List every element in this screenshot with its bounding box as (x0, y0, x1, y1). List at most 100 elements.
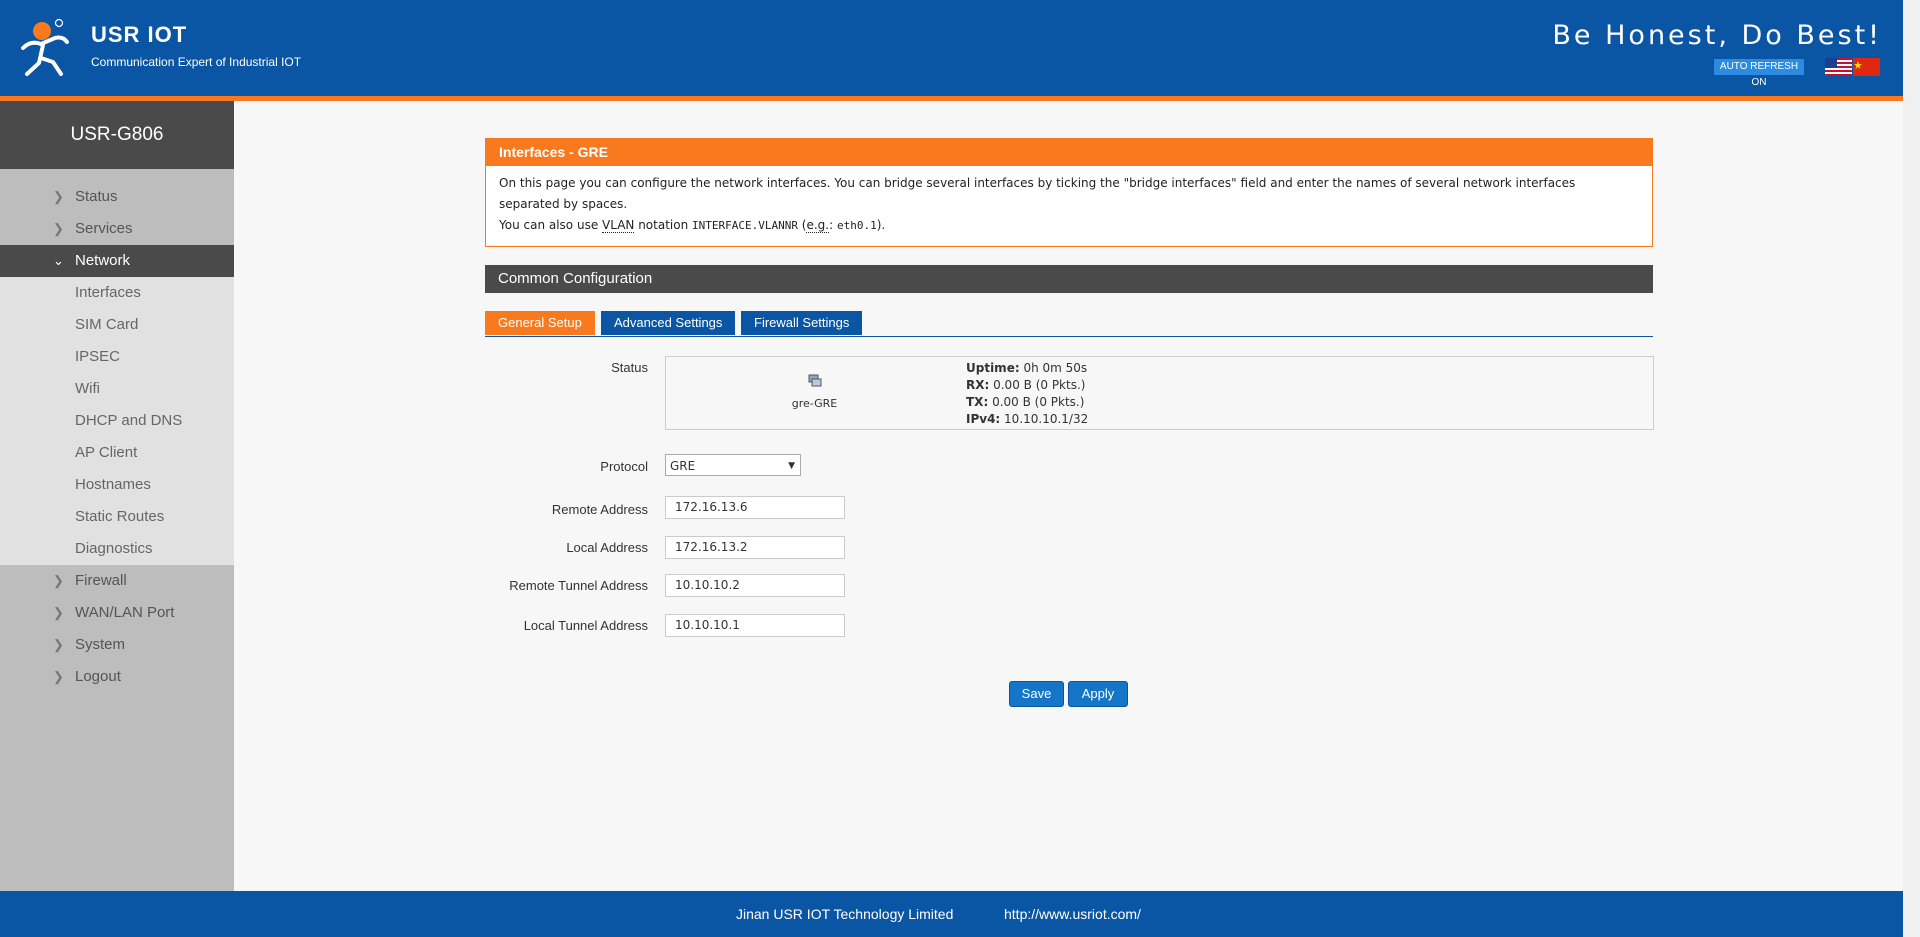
chevron-down-icon: ⌄ (53, 253, 64, 268)
info-panel: Interfaces - GRE On this page you can co… (485, 138, 1653, 247)
footer-website-link[interactable]: http://www.usriot.com/ (1004, 891, 1141, 937)
tab-general-setup[interactable]: General Setup (485, 311, 595, 335)
info-text: : (829, 218, 837, 232)
code-interface-vlannr: INTERFACE.VLANNR (692, 219, 798, 232)
chevron-right-icon: ❯ (53, 189, 64, 204)
uptime-key: Uptime: (966, 361, 1020, 375)
sidebar-item-label: Status (75, 188, 118, 205)
tab-firewall-settings[interactable]: Firewall Settings (741, 311, 863, 335)
local-address-label: Local Address (566, 540, 648, 555)
status-row: Status gre-GRE Uptime: 0h 0m 50s RX: 0.0… (485, 356, 1654, 446)
local-tunnel-label: Local Tunnel Address (523, 618, 648, 633)
apply-button[interactable]: Apply (1068, 681, 1128, 707)
slogan: Be Honest, Do Best! (1552, 20, 1882, 51)
sidebar-subitem-hostnames[interactable]: Hostnames (0, 469, 234, 501)
ipv4-value: 10.10.10.1/32 (1000, 412, 1089, 426)
sidebar-subitem-ipsec[interactable]: IPSEC (0, 341, 234, 373)
brand-title: USR IOT (91, 22, 188, 47)
vlan-abbr: VLAN (602, 218, 635, 233)
code-eth0-1: eth0.1 (836, 219, 877, 232)
sidebar-menu: ❯ Status ❯ Services ⌄ Network (0, 169, 234, 277)
sidebar-item-system[interactable]: ❯ System (0, 629, 234, 661)
remote-address-label: Remote Address (551, 502, 648, 517)
sidebar-item-label: Network (75, 252, 131, 269)
page-title: Interfaces - GRE (486, 139, 1652, 166)
network-interface-icon (808, 374, 822, 387)
status-label: Status (611, 360, 648, 375)
info-text: ). (876, 218, 886, 232)
sidebar-item-label: Firewall (75, 572, 127, 589)
uptime-value: 0h 0m 50s (1019, 361, 1088, 375)
usr-logo-icon (21, 18, 69, 76)
tx-line: TX: 0.00 B (0 Pkts.) (966, 394, 1088, 411)
english-flag-icon[interactable] (1825, 58, 1852, 76)
sidebar-subitem-interfaces[interactable]: Interfaces (0, 277, 234, 309)
sidebar-item-label: WAN/LAN Port (75, 604, 175, 621)
rx-key: RX: (966, 378, 990, 392)
chevron-right-icon: ❯ (53, 573, 64, 588)
info-text: You can also use (499, 218, 603, 232)
save-button[interactable]: Save (1009, 681, 1064, 707)
sidebar-subitem-wifi[interactable]: Wifi (0, 373, 234, 405)
remote-address-row: Remote Address 172.16.13.6 (485, 496, 1653, 536)
remote-tunnel-input[interactable]: 10.10.10.2 (665, 574, 845, 597)
protocol-select[interactable]: GRE ▼ (665, 454, 801, 476)
ipv4-line: IPv4: 10.10.10.1/32 (966, 411, 1088, 428)
protocol-label: Protocol (600, 459, 648, 474)
rx-value: 0.00 B (0 Pkts.) (989, 378, 1086, 392)
local-address-row: Local Address 172.16.13.2 (485, 536, 1653, 576)
ipv4-key: IPv4: (966, 412, 1001, 426)
status-box: gre-GRE Uptime: 0h 0m 50s RX: 0.00 B (0 … (665, 356, 1654, 430)
network-submenu: Interfaces SIM Card IPSEC Wifi DHCP and … (0, 277, 234, 565)
interface-name: gre-GRE (791, 397, 838, 410)
sidebar-item-wan-lan-port[interactable]: ❯ WAN/LAN Port (0, 597, 234, 629)
sidebar-subitem-dhcp-dns[interactable]: DHCP and DNS (0, 405, 234, 437)
local-address-input[interactable]: 172.16.13.2 (665, 536, 845, 559)
sidebar-item-label: System (75, 636, 126, 653)
top-header: USR IOT Communication Expert of Industri… (0, 0, 1903, 101)
local-tunnel-row: Local Tunnel Address 10.10.10.1 (485, 614, 1653, 656)
sidebar-item-network[interactable]: ⌄ Network (0, 245, 234, 277)
footer: Jinan USR IOT Technology Limited http://… (0, 891, 1903, 937)
window-scrollbar[interactable] (1903, 0, 1920, 937)
local-tunnel-input[interactable]: 10.10.10.1 (665, 614, 845, 637)
footer-company: Jinan USR IOT Technology Limited (736, 906, 954, 922)
sidebar-subitem-ap-client[interactable]: AP Client (0, 437, 234, 469)
chinese-flag-icon[interactable] (1853, 58, 1880, 76)
sidebar-menu-lower: ❯ Firewall ❯ WAN/LAN Port ❯ System ❯ Log… (0, 565, 234, 693)
brand-subtitle: Communication Expert of Industrial IOT (91, 55, 302, 69)
rx-line: RX: 0.00 B (0 Pkts.) (966, 377, 1088, 394)
uptime-line: Uptime: 0h 0m 50s (966, 360, 1088, 377)
sidebar-subitem-static-routes[interactable]: Static Routes (0, 501, 234, 533)
tx-key: TX: (966, 395, 989, 409)
sidebar-item-logout[interactable]: ❯ Logout (0, 661, 234, 693)
info-text: notation (634, 218, 693, 232)
sidebar-item-status[interactable]: ❯ Status (0, 181, 234, 213)
tab-advanced-settings[interactable]: Advanced Settings (601, 311, 736, 335)
device-name: USR-G806 (0, 101, 234, 169)
sidebar: USR-G806 ❯ Status ❯ Services ⌄ Network I… (0, 101, 234, 891)
protocol-row: Protocol GRE ▼ (485, 454, 1653, 496)
chevron-right-icon: ❯ (53, 221, 64, 236)
chevron-right-icon: ❯ (53, 637, 64, 652)
chevron-right-icon: ❯ (53, 605, 64, 620)
sidebar-item-firewall[interactable]: ❯ Firewall (0, 565, 234, 597)
remote-address-input[interactable]: 172.16.13.6 (665, 496, 845, 519)
info-line-2: You can also use VLAN notation INTERFACE… (499, 215, 1639, 236)
remote-tunnel-row: Remote Tunnel Address 10.10.10.2 (485, 574, 1653, 616)
action-buttons: Save Apply (485, 681, 1653, 711)
info-description: On this page you can configure the netwo… (486, 166, 1652, 246)
dropdown-arrow-icon: ▼ (788, 461, 795, 471)
chevron-right-icon: ❯ (53, 669, 64, 684)
remote-tunnel-label: Remote Tunnel Address (509, 578, 648, 593)
main-content: Interfaces - GRE On this page you can co… (485, 138, 1654, 711)
sidebar-subitem-diagnostics[interactable]: Diagnostics (0, 533, 234, 565)
eg-abbr: e.g. (806, 218, 830, 233)
sidebar-item-label: Logout (75, 668, 121, 685)
auto-refresh-toggle[interactable]: AUTO REFRESH ON (1714, 59, 1804, 88)
section-common-configuration: Common Configuration (485, 265, 1653, 293)
info-line-1: On this page you can configure the netwo… (499, 176, 1576, 211)
status-details: Uptime: 0h 0m 50s RX: 0.00 B (0 Pkts.) T… (966, 360, 1088, 428)
sidebar-subitem-sim-card[interactable]: SIM Card (0, 309, 234, 341)
sidebar-item-services[interactable]: ❯ Services (0, 213, 234, 245)
